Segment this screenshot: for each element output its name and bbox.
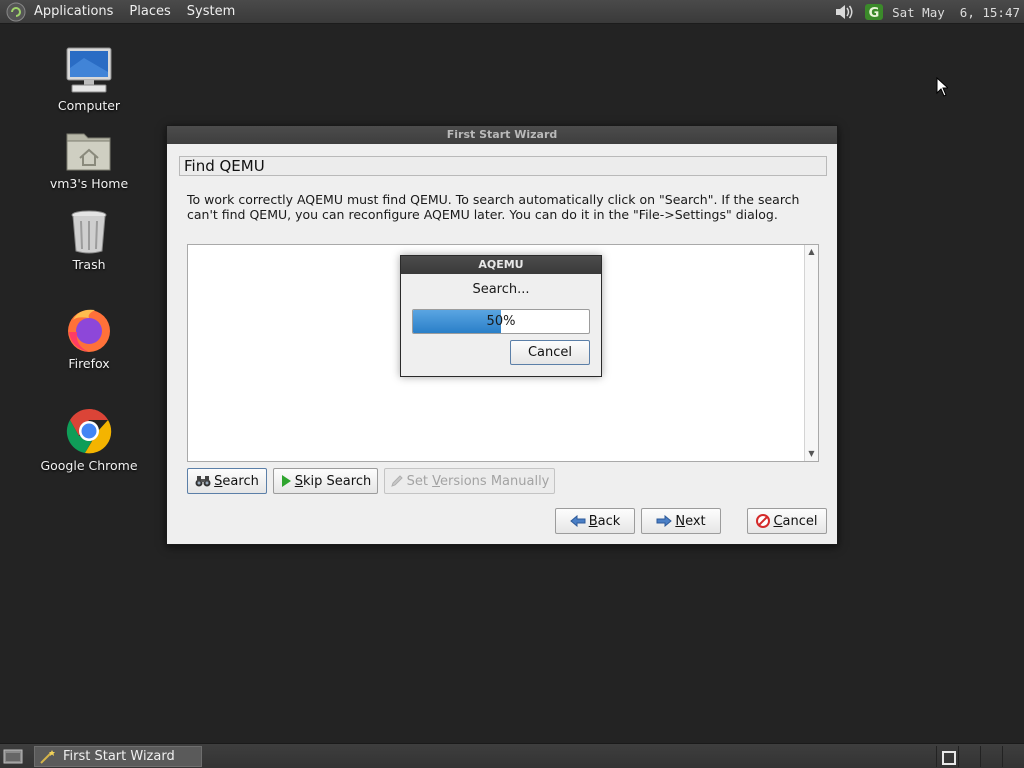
back-button-label: Back: [588, 513, 621, 529]
desktop-icon-firefox[interactable]: Firefox: [34, 306, 144, 371]
dialog-titlebar[interactable]: AQEMU: [401, 256, 601, 274]
bottom-panel: First Start Wizard: [0, 743, 1024, 768]
taskbar-item-first-start-wizard[interactable]: First Start Wizard: [34, 746, 202, 767]
svg-text:G: G: [869, 6, 880, 21]
page-title: Find QEMU: [179, 156, 827, 176]
search-button-label: Search: [214, 473, 259, 489]
set-versions-button-label: Set Versions Manually: [406, 473, 550, 489]
next-button[interactable]: Next: [641, 508, 721, 534]
cancel-button[interactable]: Cancel: [747, 508, 827, 534]
cancel-icon: [756, 514, 771, 528]
progress-message: Search...: [472, 282, 530, 297]
play-icon: [281, 475, 291, 487]
back-button[interactable]: Back: [555, 508, 635, 534]
desktop-icon-label: Trash: [72, 257, 106, 272]
arrow-right-icon: [656, 515, 673, 527]
scroll-down-icon[interactable]: ▼: [805, 447, 818, 461]
desktop-icon-trash[interactable]: Trash: [34, 209, 144, 272]
chrome-icon: [66, 409, 112, 454]
update-manager-icon[interactable]: G: [864, 3, 884, 21]
workspace-1[interactable]: [936, 746, 958, 767]
set-versions-manually-button[interactable]: Set Versions Manually: [384, 468, 555, 494]
desktop-icon-home[interactable]: vm3's Home: [34, 128, 144, 191]
wizard-description: To work correctly AQEMU must find QEMU. …: [187, 192, 800, 222]
binoculars-icon: [195, 476, 211, 487]
workspace-switcher: [936, 746, 1024, 767]
scroll-up-icon[interactable]: ▲: [805, 245, 818, 259]
mouse-pointer-icon: [936, 77, 948, 97]
trash-icon: [71, 210, 107, 254]
search-button[interactable]: Search: [187, 468, 267, 494]
desktop-icon-label: vm3's Home: [49, 176, 129, 191]
workspace-3[interactable]: [980, 746, 1002, 767]
computer-icon: [66, 47, 112, 93]
next-button-label: Next: [675, 513, 706, 529]
workspace-2[interactable]: [958, 746, 980, 767]
top-panel: Applications Places System G Sat May 6, …: [0, 0, 1024, 24]
wizard-wand-icon: [40, 749, 55, 764]
desktop-icon-label: Google Chrome: [40, 458, 138, 473]
distro-logo-icon[interactable]: [6, 2, 26, 22]
progress-percent-label: 50%: [486, 314, 516, 329]
skip-search-button-label: Skip Search: [294, 473, 372, 489]
desktop-icon-computer[interactable]: Computer: [34, 46, 144, 113]
vertical-scrollbar[interactable]: ▲ ▼: [804, 245, 818, 461]
window-titlebar[interactable]: First Start Wizard: [167, 126, 837, 144]
desktop-icon-label: Firefox: [68, 356, 110, 371]
menu-places[interactable]: Places: [121, 1, 178, 23]
desktop-icon-chrome[interactable]: Google Chrome: [34, 406, 144, 473]
menu-applications[interactable]: Applications: [30, 1, 121, 23]
workspace-4[interactable]: [1002, 746, 1024, 767]
volume-icon[interactable]: [834, 3, 856, 21]
search-progress-dialog: AQEMU Search... 50% Cancel: [400, 255, 602, 377]
pencil-icon: [390, 475, 403, 487]
home-folder-icon: [66, 133, 111, 171]
progress-cancel-button[interactable]: Cancel: [510, 340, 590, 365]
system-tray: G Sat May 6, 15:47: [834, 0, 1024, 24]
taskbar-item-label: First Start Wizard: [63, 749, 175, 764]
show-desktop-icon[interactable]: [2, 747, 24, 765]
progress-bar: 50%: [412, 309, 590, 334]
cancel-button-label: Cancel: [773, 513, 818, 529]
skip-search-button[interactable]: Skip Search: [273, 468, 378, 494]
menu-system[interactable]: System: [179, 1, 243, 23]
desktop-icon-label: Computer: [57, 98, 121, 113]
firefox-icon: [68, 309, 110, 352]
progress-cancel-button-label: Cancel: [527, 345, 573, 360]
clock[interactable]: Sat May 6, 15:47: [892, 5, 1020, 20]
arrow-left-icon: [569, 515, 586, 527]
